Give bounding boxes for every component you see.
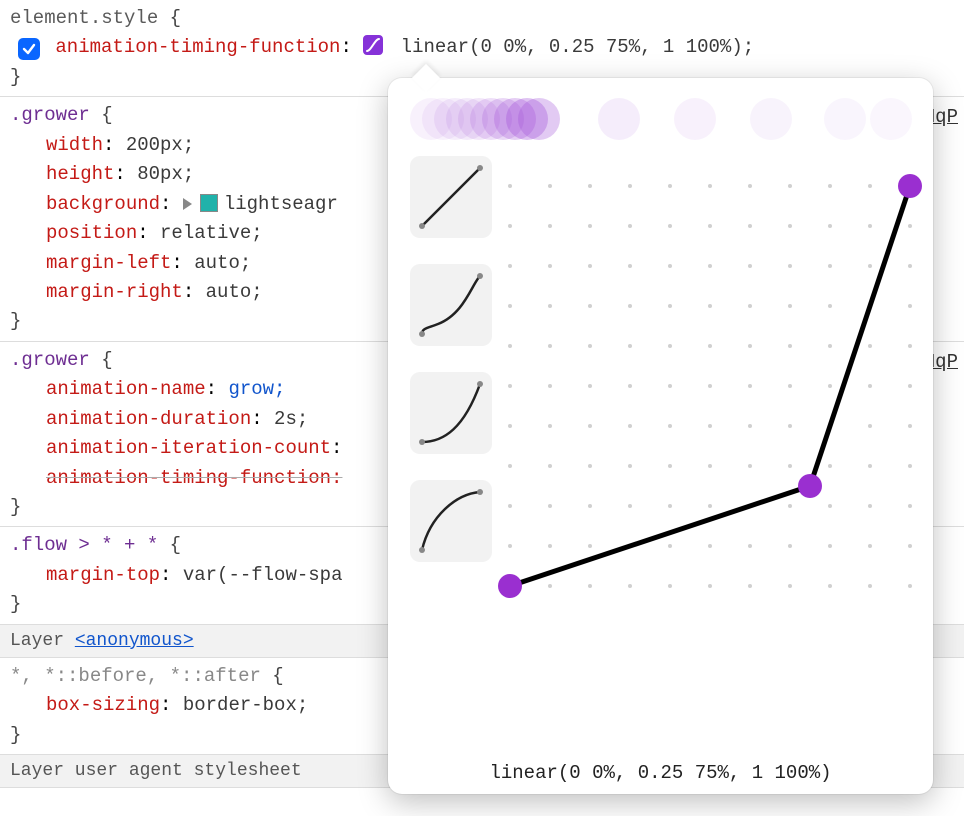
curve-line	[510, 156, 910, 606]
selector[interactable]: .grower	[10, 104, 90, 126]
easing-value-label: linear(0 0%, 0.25 75%, 1 100%)	[388, 762, 933, 784]
selector[interactable]: .grower	[10, 349, 90, 371]
motion-dot	[674, 98, 716, 140]
property-value[interactable]: linear(0 0%, 0.25 75%, 1 100%);	[401, 36, 754, 58]
property-name[interactable]: animation-timing-function	[55, 36, 340, 58]
easing-editor-popover[interactable]: linear(0 0%, 0.25 75%, 1 100%)	[388, 78, 933, 794]
declaration[interactable]: animation-timing-function: linear(0 0%, …	[10, 33, 954, 62]
motion-dot	[870, 98, 912, 140]
easing-swatch-icon[interactable]	[363, 35, 383, 55]
motion-dot	[824, 98, 866, 140]
disclosure-triangle-icon[interactable]	[183, 198, 192, 210]
selector[interactable]: .flow > * + *	[10, 534, 158, 556]
motion-preview	[410, 98, 911, 142]
color-swatch-icon[interactable]	[200, 194, 218, 212]
motion-dot	[598, 98, 640, 140]
motion-dot	[518, 98, 560, 140]
preset-linear[interactable]	[410, 156, 492, 238]
preset-ease[interactable]	[410, 264, 492, 346]
curve-handle[interactable]	[498, 574, 522, 598]
preset-ease-out[interactable]	[410, 480, 492, 562]
preset-list	[410, 156, 496, 696]
curve-editor[interactable]	[510, 156, 911, 696]
selector[interactable]: element.style	[10, 7, 158, 29]
curve-handle[interactable]	[798, 474, 822, 498]
toggle-checkbox[interactable]	[18, 38, 40, 60]
layer-link[interactable]: <anonymous>	[75, 631, 194, 651]
curve-handle[interactable]	[898, 174, 922, 198]
preset-ease-in[interactable]	[410, 372, 492, 454]
motion-dot	[750, 98, 792, 140]
